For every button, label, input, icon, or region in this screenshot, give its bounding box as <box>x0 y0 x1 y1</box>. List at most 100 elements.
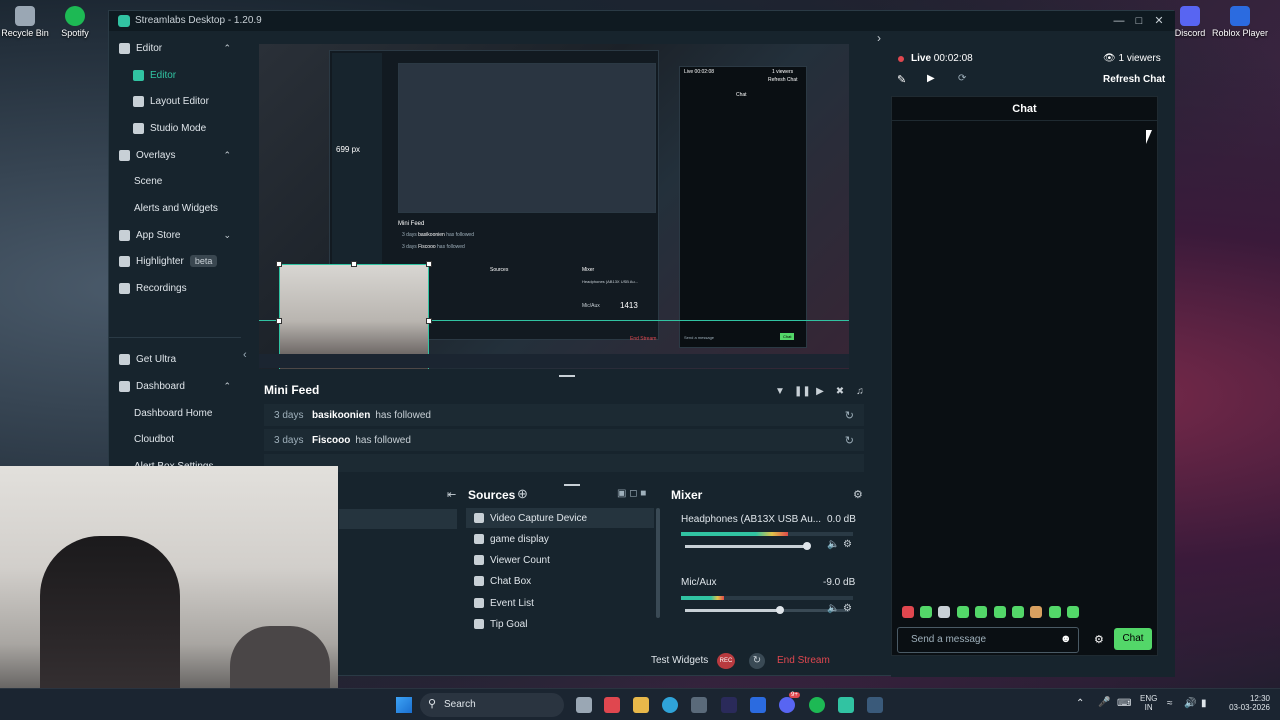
emote-icon[interactable] <box>938 606 950 618</box>
resize-handle[interactable] <box>426 261 432 267</box>
chevron-right-icon[interactable]: › <box>877 31 881 45</box>
chevron-up-icon[interactable]: ⌃ <box>1076 698 1084 709</box>
gear-icon[interactable]: ⚙ <box>843 603 852 614</box>
keyboard-icon[interactable]: ⌨ <box>1117 698 1131 709</box>
gear-icon[interactable]: ⚙ <box>843 539 852 550</box>
nav-highlighter[interactable]: Highlighter beta <box>109 248 241 274</box>
collapse-sidebar-icon[interactable]: ‹ <box>243 349 247 361</box>
resize-handle[interactable] <box>351 261 357 267</box>
resize-handle[interactable] <box>426 318 432 324</box>
streamlabs-taskbar-icon[interactable] <box>838 697 854 713</box>
volume-knob[interactable] <box>802 542 811 550</box>
emote-icon[interactable] <box>902 606 914 618</box>
volume-tray-icon[interactable]: 🔊 <box>1184 698 1196 709</box>
windows-start-icon[interactable] <box>396 697 412 713</box>
wps-icon[interactable] <box>604 697 620 713</box>
maximize-button[interactable]: □ <box>1129 13 1149 29</box>
spotify-taskbar-icon[interactable] <box>809 697 825 713</box>
nav-scene[interactable]: Scene <box>109 168 241 194</box>
battery-icon[interactable]: ▮ <box>1201 698 1207 709</box>
scene-row-selected[interactable] <box>339 509 457 529</box>
mute-alerts-icon[interactable]: ✖ <box>834 386 846 398</box>
volume-knob[interactable] <box>776 606 785 614</box>
source-item[interactable]: Video Capture Device <box>466 508 654 528</box>
sources-scrollbar[interactable] <box>656 508 660 618</box>
title-bar[interactable]: Streamlabs Desktop - 1.20.9 — □ ✕ <box>109 11 1175 31</box>
pause-icon[interactable]: ❚❚ <box>794 386 811 398</box>
nav-alerts-widgets[interactable]: Alerts and Widgets <box>109 195 241 221</box>
nav-overlays-section[interactable]: Overlays ⌃ <box>109 142 241 168</box>
emote-icon[interactable] <box>957 606 969 618</box>
emote-icon[interactable] <box>920 606 932 618</box>
record-button[interactable]: REC <box>717 653 735 669</box>
chat-input[interactable]: Send a message ☻ <box>897 627 1079 653</box>
nav-dashboard[interactable]: Dashboard ⌃ <box>109 373 241 399</box>
source-item[interactable]: game display <box>466 529 654 549</box>
nav-layout-editor[interactable]: Layout Editor <box>109 88 241 114</box>
store-icon[interactable] <box>691 697 707 713</box>
nav-recordings[interactable]: Recordings <box>109 275 241 301</box>
source-item[interactable]: Viewer Count <box>466 550 654 570</box>
nav-studio-mode[interactable]: Studio Mode <box>109 115 241 141</box>
taskbar-search[interactable]: ⚲ Search <box>420 693 564 717</box>
edit-icon[interactable]: ✎ <box>897 73 906 86</box>
nav-editor[interactable]: Editor <box>109 62 241 88</box>
nav-dashboard-home[interactable]: Dashboard Home <box>109 400 241 426</box>
refresh-chat-button[interactable]: Refresh Chat <box>1103 74 1165 85</box>
share-icon[interactable]: ⟳ <box>958 73 966 84</box>
replay-buffer-icon[interactable]: ↻ <box>749 653 765 669</box>
chat-settings-icon[interactable]: ⚙ <box>1094 633 1104 646</box>
nav-cloudbot[interactable]: Cloudbot <box>109 426 241 452</box>
emote-icon[interactable] <box>1030 606 1042 618</box>
language-indicator[interactable]: ENG IN <box>1140 694 1157 712</box>
volume-slider[interactable] <box>685 606 849 614</box>
emoji-icon[interactable]: ☻ <box>1060 633 1072 645</box>
end-stream-button[interactable]: End Stream <box>777 655 830 666</box>
drag-handle[interactable] <box>559 375 575 377</box>
video-icon[interactable]: ▶ <box>927 73 935 84</box>
emote-icon[interactable] <box>975 606 987 618</box>
resize-handle[interactable] <box>276 318 282 324</box>
test-widgets-label[interactable]: Test Widgets <box>651 655 708 666</box>
chat-send-button[interactable]: Chat <box>1114 628 1152 650</box>
drag-handle[interactable] <box>564 484 580 486</box>
microphone-icon[interactable]: 🎤 <box>1098 697 1110 708</box>
add-source-icon[interactable]: ⊕ <box>517 486 528 502</box>
resize-handle[interactable] <box>276 261 282 267</box>
minimize-button[interactable]: — <box>1109 13 1129 29</box>
stream-preview[interactable]: 699 px Mini Feed 3 days basikoonien has … <box>259 44 849 369</box>
file-explorer-icon[interactable] <box>633 697 649 713</box>
scene-collapse-icon[interactable]: ⇤ <box>447 488 456 501</box>
skip-icon[interactable]: ▶ <box>814 386 826 398</box>
emote-icon[interactable] <box>1012 606 1024 618</box>
task-view-icon[interactable] <box>576 697 592 713</box>
roblox-shortcut[interactable]: Roblox Player <box>1205 2 1275 38</box>
source-item[interactable]: Tip Goal <box>466 614 654 634</box>
wifi-icon[interactable]: ≈ <box>1167 698 1173 709</box>
filter-icon[interactable]: ▼ <box>774 386 786 398</box>
replay-icon[interactable]: ↻ <box>845 434 854 447</box>
steam-icon[interactable] <box>867 697 883 713</box>
nav-editor-section[interactable]: Editor ⌃ <box>109 35 241 61</box>
source-item[interactable]: Event List <box>466 593 654 613</box>
emote-icon[interactable] <box>1049 606 1061 618</box>
volume-icon[interactable]: ♫ <box>854 386 866 398</box>
edge-icon[interactable] <box>662 697 678 713</box>
source-toolbar-icons[interactable]: ▣ ◻ ■ <box>617 488 646 499</box>
clock[interactable]: 12:30 03-03-2026 <box>1222 694 1270 712</box>
source-item[interactable]: Chat Box <box>466 571 654 591</box>
close-button[interactable]: ✕ <box>1149 13 1169 29</box>
speaker-icon[interactable]: 🔈 <box>827 539 839 550</box>
emote-icon[interactable] <box>994 606 1006 618</box>
roblox-studio-icon[interactable] <box>750 697 766 713</box>
mixer-settings-icon[interactable]: ⚙ <box>853 488 863 501</box>
nav-app-store[interactable]: App Store ⌄ <box>109 222 241 248</box>
spotify-shortcut[interactable]: Spotify <box>40 2 110 38</box>
replay-icon[interactable]: ↻ <box>845 409 854 422</box>
premiere-icon[interactable] <box>721 697 737 713</box>
volume-slider[interactable] <box>685 542 811 550</box>
speaker-icon[interactable]: 🔈 <box>827 603 839 614</box>
discord-taskbar-icon[interactable] <box>779 697 795 713</box>
emote-icon[interactable] <box>1067 606 1079 618</box>
nav-get-ultra[interactable]: Get Ultra <box>109 346 241 372</box>
